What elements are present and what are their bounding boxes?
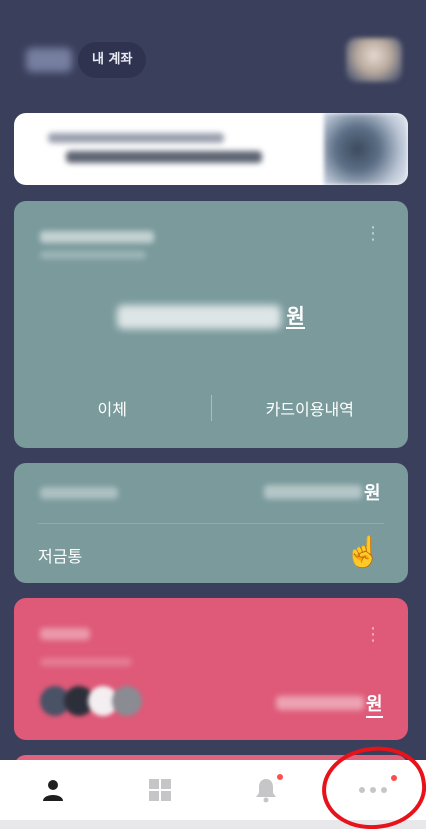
banner-text-blurred <box>48 133 224 143</box>
grid-icon <box>148 779 171 801</box>
currency-unit: 원 <box>366 694 383 718</box>
top-header: 내 계좌 <box>0 0 426 110</box>
kebab-menu-icon[interactable]: ⋮ <box>364 225 382 243</box>
main-account-card[interactable]: ⋮ 원 이체 카드이용내역 <box>14 201 408 448</box>
tab-menu-grid[interactable] <box>130 765 190 815</box>
card-actions: 이체 카드이용내역 <box>14 368 408 448</box>
account-name-blurred <box>40 628 90 640</box>
currency-unit: 원 <box>286 304 305 329</box>
account-name-blurred <box>40 487 118 499</box>
avatar[interactable] <box>346 38 402 82</box>
tab-notifications[interactable] <box>236 765 296 815</box>
card-divider <box>38 523 384 524</box>
account-subtext-blurred <box>40 658 132 666</box>
balance-amount-blurred <box>117 305 282 329</box>
kebab-menu-icon[interactable]: ⋮ <box>364 626 382 644</box>
promo-banner[interactable] <box>14 113 408 185</box>
bell-icon <box>256 779 277 803</box>
balance-amount-blurred <box>276 696 364 710</box>
pink-account-card[interactable]: ⋮ 원 <box>14 598 408 740</box>
currency-unit: 원 <box>364 483 381 504</box>
pointing-finger-icon: ☝️ <box>344 535 382 570</box>
balance-amount-blurred <box>264 485 362 499</box>
my-account-pill[interactable]: 내 계좌 <box>78 42 147 78</box>
tab-profile[interactable] <box>23 765 83 815</box>
banner-subtext-blurred <box>66 151 262 163</box>
piggy-bank-label: 저금통 <box>38 547 83 566</box>
account-name-blurred <box>40 231 154 243</box>
balance-row: 원 <box>14 305 408 329</box>
account-number-blurred <box>40 251 146 259</box>
red-circle-annotation <box>316 740 426 829</box>
piggy-bank-card[interactable]: 원 저금통 ☝️ <box>14 463 408 583</box>
user-name-blurred[interactable] <box>26 48 72 72</box>
transfer-button[interactable]: 이체 <box>14 396 211 420</box>
card-usage-button[interactable]: 카드이용내역 <box>212 396 409 420</box>
member-avatar <box>112 686 142 716</box>
notification-badge <box>277 774 284 780</box>
banner-image <box>324 113 408 185</box>
person-icon <box>43 780 64 801</box>
member-avatars <box>40 686 142 716</box>
